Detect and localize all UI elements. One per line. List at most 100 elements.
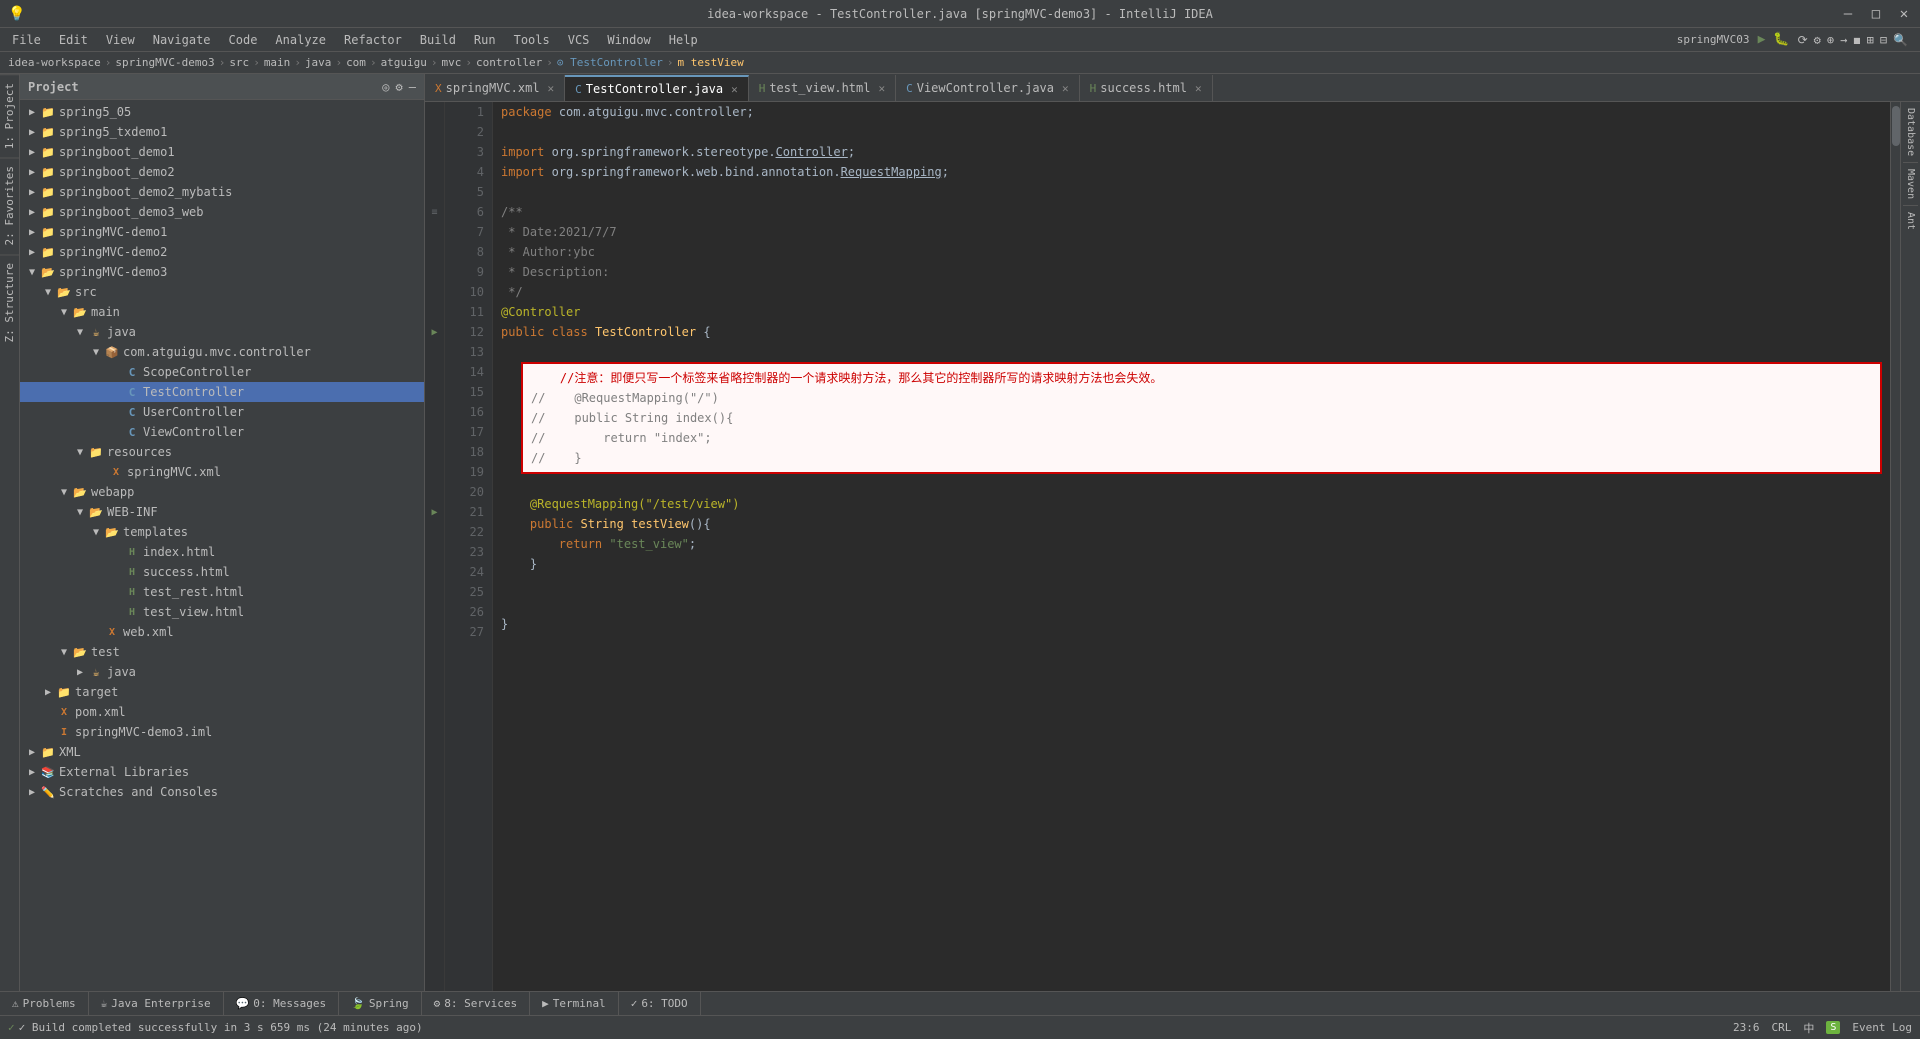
tree-item-springmvc-demo3[interactable]: ▼ 📂 springMVC-demo3 (20, 262, 424, 282)
bottom-tab-spring[interactable]: 🍃 Spring (339, 992, 421, 1016)
tree-item-external-libraries[interactable]: ▶ 📚 External Libraries (20, 762, 424, 782)
bc-src[interactable]: src (229, 56, 249, 69)
tree-item-springmvc-demo1[interactable]: ▶ 📁 springMVC-demo1 (20, 222, 424, 242)
code-editor[interactable]: ≡ ▶ ▶ (425, 102, 1920, 991)
tree-item-web-xml[interactable]: X web.xml (20, 622, 424, 642)
tree-item-springboot-demo1[interactable]: ▶ 📁 springboot_demo1 (20, 142, 424, 162)
debug-button[interactable]: 🐛 (1773, 32, 1789, 47)
bc-com[interactable]: com (346, 56, 366, 69)
tree-item-target[interactable]: ▶ 📁 target (20, 682, 424, 702)
tree-item-scope-controller[interactable]: C ScopeController (20, 362, 424, 382)
tree-item-springmvc-xml[interactable]: X springMVC.xml (20, 462, 424, 482)
tab-testcontroller[interactable]: C TestController.java ✕ (565, 75, 749, 101)
tree-item-springboot-demo2[interactable]: ▶ 📁 springboot_demo2 (20, 162, 424, 182)
left-tab-structure[interactable]: Z: Structure (0, 254, 19, 350)
tree-item-test-controller[interactable]: C TestController (20, 382, 424, 402)
maximize-button[interactable]: □ (1868, 6, 1884, 22)
tab-close-xml[interactable]: ✕ (548, 82, 555, 95)
tree-item-src[interactable]: ▼ 📂 src (20, 282, 424, 302)
menu-code[interactable]: Code (221, 31, 266, 49)
left-tab-favorites[interactable]: 2: Favorites (0, 157, 19, 253)
right-tab-database[interactable]: Database (1903, 102, 1918, 163)
left-tab-project[interactable]: 1: Project (0, 74, 19, 157)
bc-main[interactable]: main (264, 56, 291, 69)
tree-item-main[interactable]: ▼ 📂 main (20, 302, 424, 322)
tree-item-view-controller[interactable]: C ViewController (20, 422, 424, 442)
tree-item-test-rest-html[interactable]: H test_rest.html (20, 582, 424, 602)
bottom-tab-todo[interactable]: ✓ 6: TODO (619, 992, 701, 1016)
event-log[interactable]: Event Log (1852, 1021, 1912, 1034)
project-tree[interactable]: ▶ 📁 spring5_05 ▶ 📁 spring5_txdemo1 ▶ 📁 s… (20, 100, 424, 991)
bc-controller[interactable]: controller (476, 56, 542, 69)
minimize-button[interactable]: – (1840, 6, 1856, 22)
run-button[interactable]: ▶ (1758, 32, 1766, 47)
bottom-tab-terminal[interactable]: ▶ Terminal (530, 992, 619, 1016)
tab-close-html[interactable]: ✕ (878, 82, 885, 95)
bottom-tab-services[interactable]: ⚙ 8: Services (422, 992, 530, 1016)
tree-item-spring5-txdemo1[interactable]: ▶ 📁 spring5_txdemo1 (20, 122, 424, 142)
menu-navigate[interactable]: Navigate (145, 31, 219, 49)
tree-item-user-controller[interactable]: C UserController (20, 402, 424, 422)
settings-icon[interactable]: ⚙ (396, 80, 403, 94)
tree-item-spring5-05[interactable]: ▶ 📁 spring5_05 (20, 102, 424, 122)
bc-file[interactable]: ⊙ TestController (557, 56, 663, 69)
right-tab-maven[interactable]: Maven (1903, 163, 1918, 206)
tree-item-index-html[interactable]: H index.html (20, 542, 424, 562)
menu-run[interactable]: Run (466, 31, 504, 49)
line-separator[interactable]: CRL (1771, 1021, 1791, 1034)
tree-item-resources[interactable]: ▼ 📁 resources (20, 442, 424, 462)
tab-springmvc-xml[interactable]: X springMVC.xml ✕ (425, 75, 565, 101)
scrollbar-thumb[interactable] (1892, 106, 1900, 146)
tree-item-templates[interactable]: ▼ 📂 templates (20, 522, 424, 542)
bc-java[interactable]: java (305, 56, 332, 69)
bottom-tab-problems[interactable]: ⚠ Problems (0, 992, 89, 1016)
tree-item-iml[interactable]: I springMVC-demo3.iml (20, 722, 424, 742)
menu-tools[interactable]: Tools (506, 31, 558, 49)
tree-item-springboot-demo3-web[interactable]: ▶ 📁 springboot_demo3_web (20, 202, 424, 222)
tree-item-pom-xml[interactable]: X pom.xml (20, 702, 424, 722)
locate-icon[interactable]: ◎ (382, 80, 389, 94)
bc-project[interactable]: springMVC-demo3 (115, 56, 214, 69)
code-content[interactable]: package com.atguigu.mvc.controller; impo… (493, 102, 1890, 991)
tree-item-xml-root[interactable]: ▶ 📁 XML (20, 742, 424, 762)
close-button[interactable]: ✕ (1896, 6, 1912, 22)
tree-item-package[interactable]: ▼ 📦 com.atguigu.mvc.controller (20, 342, 424, 362)
right-tab-ant[interactable]: Ant (1903, 206, 1918, 236)
menu-window[interactable]: Window (599, 31, 658, 49)
tree-item-webapp[interactable]: ▼ 📂 webapp (20, 482, 424, 502)
tree-item-scratches[interactable]: ▶ ✏️ Scratches and Consoles (20, 782, 424, 802)
bc-mvc[interactable]: mvc (442, 56, 462, 69)
tab-close-success[interactable]: ✕ (1195, 82, 1202, 95)
cursor-position[interactable]: 23:6 (1733, 1021, 1760, 1034)
bottom-tab-java-enterprise[interactable]: ☕ Java Enterprise (89, 992, 224, 1016)
tree-item-test-view-html[interactable]: H test_view.html (20, 602, 424, 622)
menu-vcs[interactable]: VCS (560, 31, 598, 49)
menu-file[interactable]: File (4, 31, 49, 49)
bc-atguigu[interactable]: atguigu (381, 56, 427, 69)
scrollbar-track[interactable] (1890, 102, 1900, 991)
tab-close-java[interactable]: ✕ (731, 83, 738, 96)
tree-item-success-html[interactable]: H success.html (20, 562, 424, 582)
gutter-21[interactable]: ▶ (425, 502, 444, 522)
tab-close-vc[interactable]: ✕ (1062, 82, 1069, 95)
tree-item-webinf[interactable]: ▼ 📂 WEB-INF (20, 502, 424, 522)
bc-workspace[interactable]: idea-workspace (8, 56, 101, 69)
gutter-12[interactable]: ▶ (425, 322, 444, 342)
language-indicator[interactable]: 中 (1803, 1020, 1814, 1036)
tree-item-springboot-demo2-mybatis[interactable]: ▶ 📁 springboot_demo2_mybatis (20, 182, 424, 202)
tab-viewcontroller[interactable]: C ViewController.java ✕ (896, 75, 1080, 101)
menu-view[interactable]: View (98, 31, 143, 49)
hide-icon[interactable]: – (409, 80, 416, 94)
tab-success-html[interactable]: H success.html ✕ (1080, 75, 1213, 101)
bottom-tab-messages[interactable]: 💬 0: Messages (224, 992, 340, 1016)
bc-method[interactable]: m testView (678, 56, 744, 69)
menu-analyze[interactable]: Analyze (267, 31, 334, 49)
menu-edit[interactable]: Edit (51, 31, 96, 49)
menu-refactor[interactable]: Refactor (336, 31, 410, 49)
tree-item-java[interactable]: ▼ ☕ java (20, 322, 424, 342)
tree-item-springmvc-demo2[interactable]: ▶ 📁 springMVC-demo2 (20, 242, 424, 262)
tree-item-test[interactable]: ▼ 📂 test (20, 642, 424, 662)
menu-help[interactable]: Help (661, 31, 706, 49)
tree-item-test-java[interactable]: ▶ ☕ java (20, 662, 424, 682)
tab-test-view-html[interactable]: H test_view.html ✕ (749, 75, 896, 101)
